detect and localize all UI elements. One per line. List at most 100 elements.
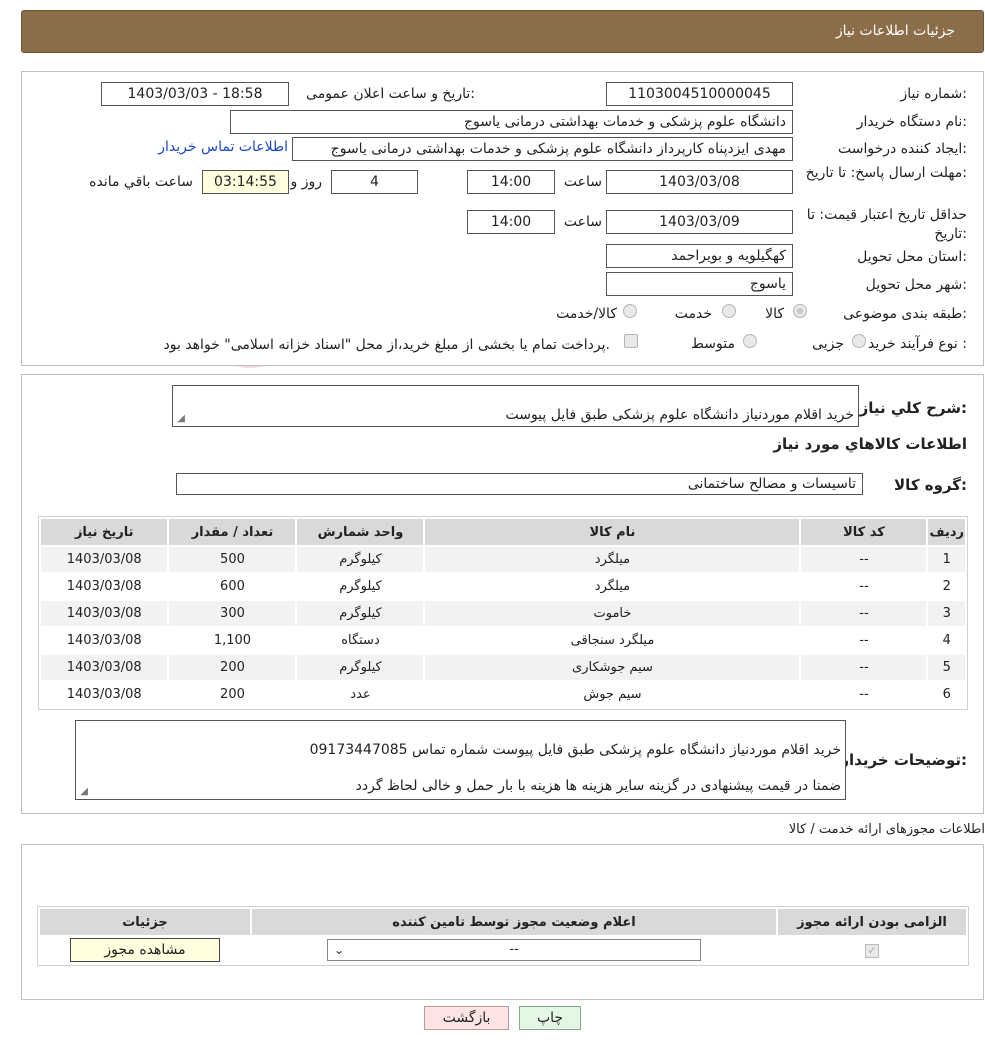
item-quantity: 200 — [167, 680, 298, 709]
resize-grip-icon[interactable]: ◢ — [175, 414, 185, 424]
resize-grip-icon[interactable]: ◢ — [78, 787, 88, 797]
category-goods-service-label: کالا/خدمت — [556, 306, 617, 322]
days-field: 4 — [331, 170, 418, 194]
goods-group-field: تاسیسات و مصالح ساختمانی — [176, 473, 863, 495]
deadline-time-label: ساعت — [563, 174, 602, 190]
category-service-label: خدمت — [674, 306, 712, 322]
announce-label: تاریخ و ساعت اعلان عمومی: — [306, 86, 475, 102]
goods-info-title: اطلاعات کالاهاي مورد نیاز — [773, 435, 967, 453]
table-row: 3 -- خاموت کیلوگرم 300 1403/03/08 — [38, 599, 967, 628]
view-permit-button[interactable]: مشاهده مجوز — [70, 938, 220, 962]
remaining-label: ساعت باقي مانده — [89, 174, 193, 190]
process-minor-label: جزیی — [812, 336, 844, 352]
col-need-date: تاریخ نیاز — [38, 517, 170, 547]
category-goods-label: کالا — [765, 306, 784, 322]
item-name: سیم جوش — [423, 680, 802, 709]
row-number: 6 — [926, 680, 967, 709]
summary-text: خرید اقلام موردنیاز دانشگاه علوم پزشکی ط… — [505, 407, 854, 423]
items-table-header: ردیف کد کالا نام کالا واحد شمارش تعداد /… — [38, 517, 967, 547]
item-code: -- — [799, 545, 929, 574]
buyer-notes-textarea[interactable]: خرید اقلام موردنیاز دانشگاه علوم پزشکی ط… — [75, 720, 846, 800]
process-medium-radio[interactable] — [743, 334, 757, 348]
permit-status-select[interactable]: -- ⌄ — [327, 939, 701, 961]
city-field: یاسوج — [606, 272, 793, 296]
item-need-date: 1403/03/08 — [38, 572, 170, 601]
back-button[interactable]: بازگشت — [424, 1006, 509, 1030]
items-table: ردیف کد کالا نام کالا واحد شمارش تعداد /… — [38, 517, 967, 709]
page-title: جزئیات اطلاعات نیاز — [835, 23, 955, 39]
items-table-wrapper: ردیف کد کالا نام کالا واحد شمارش تعداد /… — [38, 516, 968, 710]
treasury-checkbox[interactable] — [624, 334, 638, 348]
buyer-notes-line-1: خرید اقلام موردنیاز دانشگاه علوم پزشکی ط… — [309, 742, 841, 758]
process-note: پرداخت تمام یا بخشی از مبلغ خرید،از محل … — [163, 337, 610, 353]
summary-textarea[interactable]: خرید اقلام موردنیاز دانشگاه علوم پزشکی ط… — [172, 385, 859, 427]
item-need-date: 1403/03/08 — [38, 626, 170, 655]
deadline-label: مهلت ارسال پاسخ: تا تاریخ: — [805, 165, 967, 181]
goods-group-label: گروه کالا: — [894, 476, 967, 494]
need-number-label: شماره نیاز: — [900, 86, 967, 102]
process-label: نوع فرآیند خرید : — [868, 336, 967, 352]
deadline-time-field: 14:00 — [467, 170, 555, 194]
item-need-date: 1403/03/08 — [38, 653, 170, 682]
table-row: 6 -- سیم جوش عدد 200 1403/03/08 — [38, 680, 967, 709]
item-unit: عدد — [295, 680, 426, 709]
item-unit: کیلوگرم — [295, 599, 426, 628]
print-button[interactable]: چاپ — [519, 1006, 581, 1030]
row-number: 3 — [926, 599, 967, 628]
validity-date-field: 1403/03/09 — [606, 210, 793, 234]
process-medium-label: متوسط — [691, 336, 735, 352]
days-label: روز و — [290, 174, 323, 190]
requester-label: ایجاد کننده درخواست: — [838, 141, 967, 157]
buyer-notes-line-2: ضمنا در قیمت پیشنهادی در گزینه سایر هزین… — [355, 778, 841, 794]
item-name: میلگرد — [423, 545, 802, 574]
permit-required-checkbox: ✓ — [865, 943, 879, 958]
item-quantity: 1,100 — [167, 626, 298, 655]
permits-section-title: اطلاعات مجوزهای ارائه خدمت / کالا — [788, 822, 985, 837]
permit-row: ✓ -- ⌄ مشاهده مجوز — [38, 935, 968, 965]
buyer-contact-link[interactable]: اطلاعات تماس خریدار — [158, 139, 288, 155]
item-unit: کیلوگرم — [295, 653, 426, 682]
permit-required-cell: ✓ — [776, 935, 968, 965]
announce-field: 1403/03/03 - 18:58 — [101, 82, 289, 106]
validity-time-field: 14:00 — [467, 210, 555, 234]
row-number: 1 — [926, 545, 967, 574]
process-minor-radio[interactable] — [852, 334, 866, 348]
city-label: شهر محل تحویل: — [865, 277, 967, 293]
table-row: 5 -- سیم جوشکاری کیلوگرم 200 1403/03/08 — [38, 653, 967, 682]
item-code: -- — [799, 680, 929, 709]
buyer-notes-label: توضیحات خریدار: — [840, 751, 967, 769]
permit-details-cell: مشاهده مجوز — [38, 935, 252, 965]
row-number: 2 — [926, 572, 967, 601]
row-number: 4 — [926, 626, 967, 655]
item-quantity: 200 — [167, 653, 298, 682]
col-permit-status: اعلام وضعیت مجوز توسط تامین کننده — [250, 907, 778, 937]
item-code: -- — [799, 572, 929, 601]
table-row: 4 -- میلگرد سنجاقی دستگاه 1,100 1403/03/… — [38, 626, 967, 655]
deadline-date-field: 1403/03/08 — [606, 170, 793, 194]
item-name: میلگرد سنجاقی — [423, 626, 802, 655]
item-quantity: 600 — [167, 572, 298, 601]
category-goods-radio[interactable] — [793, 304, 807, 318]
buyer-org-field: دانشگاه علوم پزشکی و خدمات بهداشتی درمان… — [230, 110, 793, 134]
validity-label: حداقل تاریخ اعتبار قیمت: تا تاریخ: — [806, 207, 967, 242]
requester-field: مهدی ایزدپناه کارپرداز دانشگاه علوم پزشک… — [292, 137, 793, 161]
chevron-down-icon: ⌄ — [334, 943, 345, 957]
item-code: -- — [799, 599, 929, 628]
category-label: طبقه بندی موضوعی: — [843, 306, 967, 322]
item-quantity: 300 — [167, 599, 298, 628]
item-unit: کیلوگرم — [295, 545, 426, 574]
permits-table: الزامی بودن ارائه مجوز اعلام وضعیت مجوز … — [38, 907, 968, 965]
validity-time-label: ساعت — [563, 214, 602, 230]
item-code: -- — [799, 653, 929, 682]
item-code: -- — [799, 626, 929, 655]
table-row: 1 -- میلگرد کیلوگرم 500 1403/03/08 — [38, 545, 967, 574]
category-goods-service-radio[interactable] — [623, 304, 637, 318]
col-quantity: تعداد / مقدار — [167, 517, 298, 547]
remaining-time-field: 03:14:55 — [202, 170, 289, 194]
need-number-field: 1103004510000045 — [606, 82, 793, 106]
item-quantity: 500 — [167, 545, 298, 574]
category-service-radio[interactable] — [722, 304, 736, 318]
table-row: 2 -- میلگرد کیلوگرم 600 1403/03/08 — [38, 572, 967, 601]
item-unit: دستگاه — [295, 626, 426, 655]
item-need-date: 1403/03/08 — [38, 545, 170, 574]
